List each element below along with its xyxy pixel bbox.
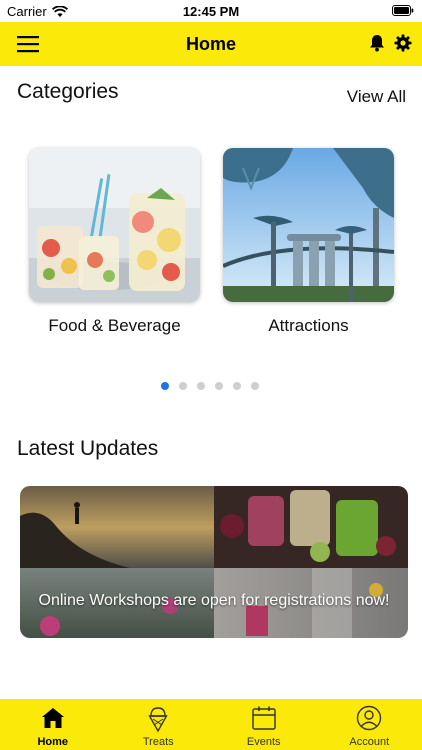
banner-caption: Online Workshops are open for registrati… [38,592,390,609]
tab-events[interactable]: Events [211,699,317,750]
workshop-update-banner[interactable]: Online Workshops are open for registrati… [20,486,408,638]
category-label-food-beverage: Food & Beverage [48,316,181,335]
page-dot-4[interactable] [215,382,223,390]
tab-treats[interactable]: Treats [106,699,212,750]
calendar-icon [252,706,276,730]
page-title: Home [185,33,236,54]
view-all-link[interactable]: View All [347,87,406,107]
tab-treats-label: Treats [142,736,174,748]
status-bar: Carrier 12:45 PM [0,0,422,22]
page-dot-2[interactable] [179,382,187,390]
battery-icon [392,5,414,16]
workshop-collage-image [20,486,408,638]
category-page-indicator[interactable] [161,382,259,390]
status-time: 12:45 PM [182,4,240,19]
categories-heading: Categories [17,80,119,103]
tab-account[interactable]: Account [317,699,422,750]
attractions-image [223,148,394,302]
home-icon [41,708,64,728]
bottom-tab-bar: Home Treats Events Account [0,699,422,750]
category-card-attractions[interactable] [223,148,394,302]
page-dot-6[interactable] [251,382,259,390]
latest-updates-heading: Latest Updates [17,437,159,460]
tab-home[interactable]: Home [0,699,106,750]
tab-events-label: Events [246,736,281,748]
hamburger-menu-icon[interactable] [17,35,39,53]
tab-home-label: Home [37,736,69,748]
page-dot-3[interactable] [197,382,205,390]
food-beverage-image [29,148,200,302]
category-label-attractions: Attractions [268,316,349,335]
category-card-food-beverage[interactable] [29,148,200,302]
gear-icon[interactable] [394,34,412,52]
page-dot-1[interactable] [161,382,169,390]
account-icon [357,705,382,731]
tab-account-label: Account [349,736,390,748]
top-nav-bar: Home [0,22,422,66]
page-dot-5[interactable] [233,382,241,390]
bell-icon[interactable] [369,34,385,52]
ice-cream-icon [148,707,168,733]
